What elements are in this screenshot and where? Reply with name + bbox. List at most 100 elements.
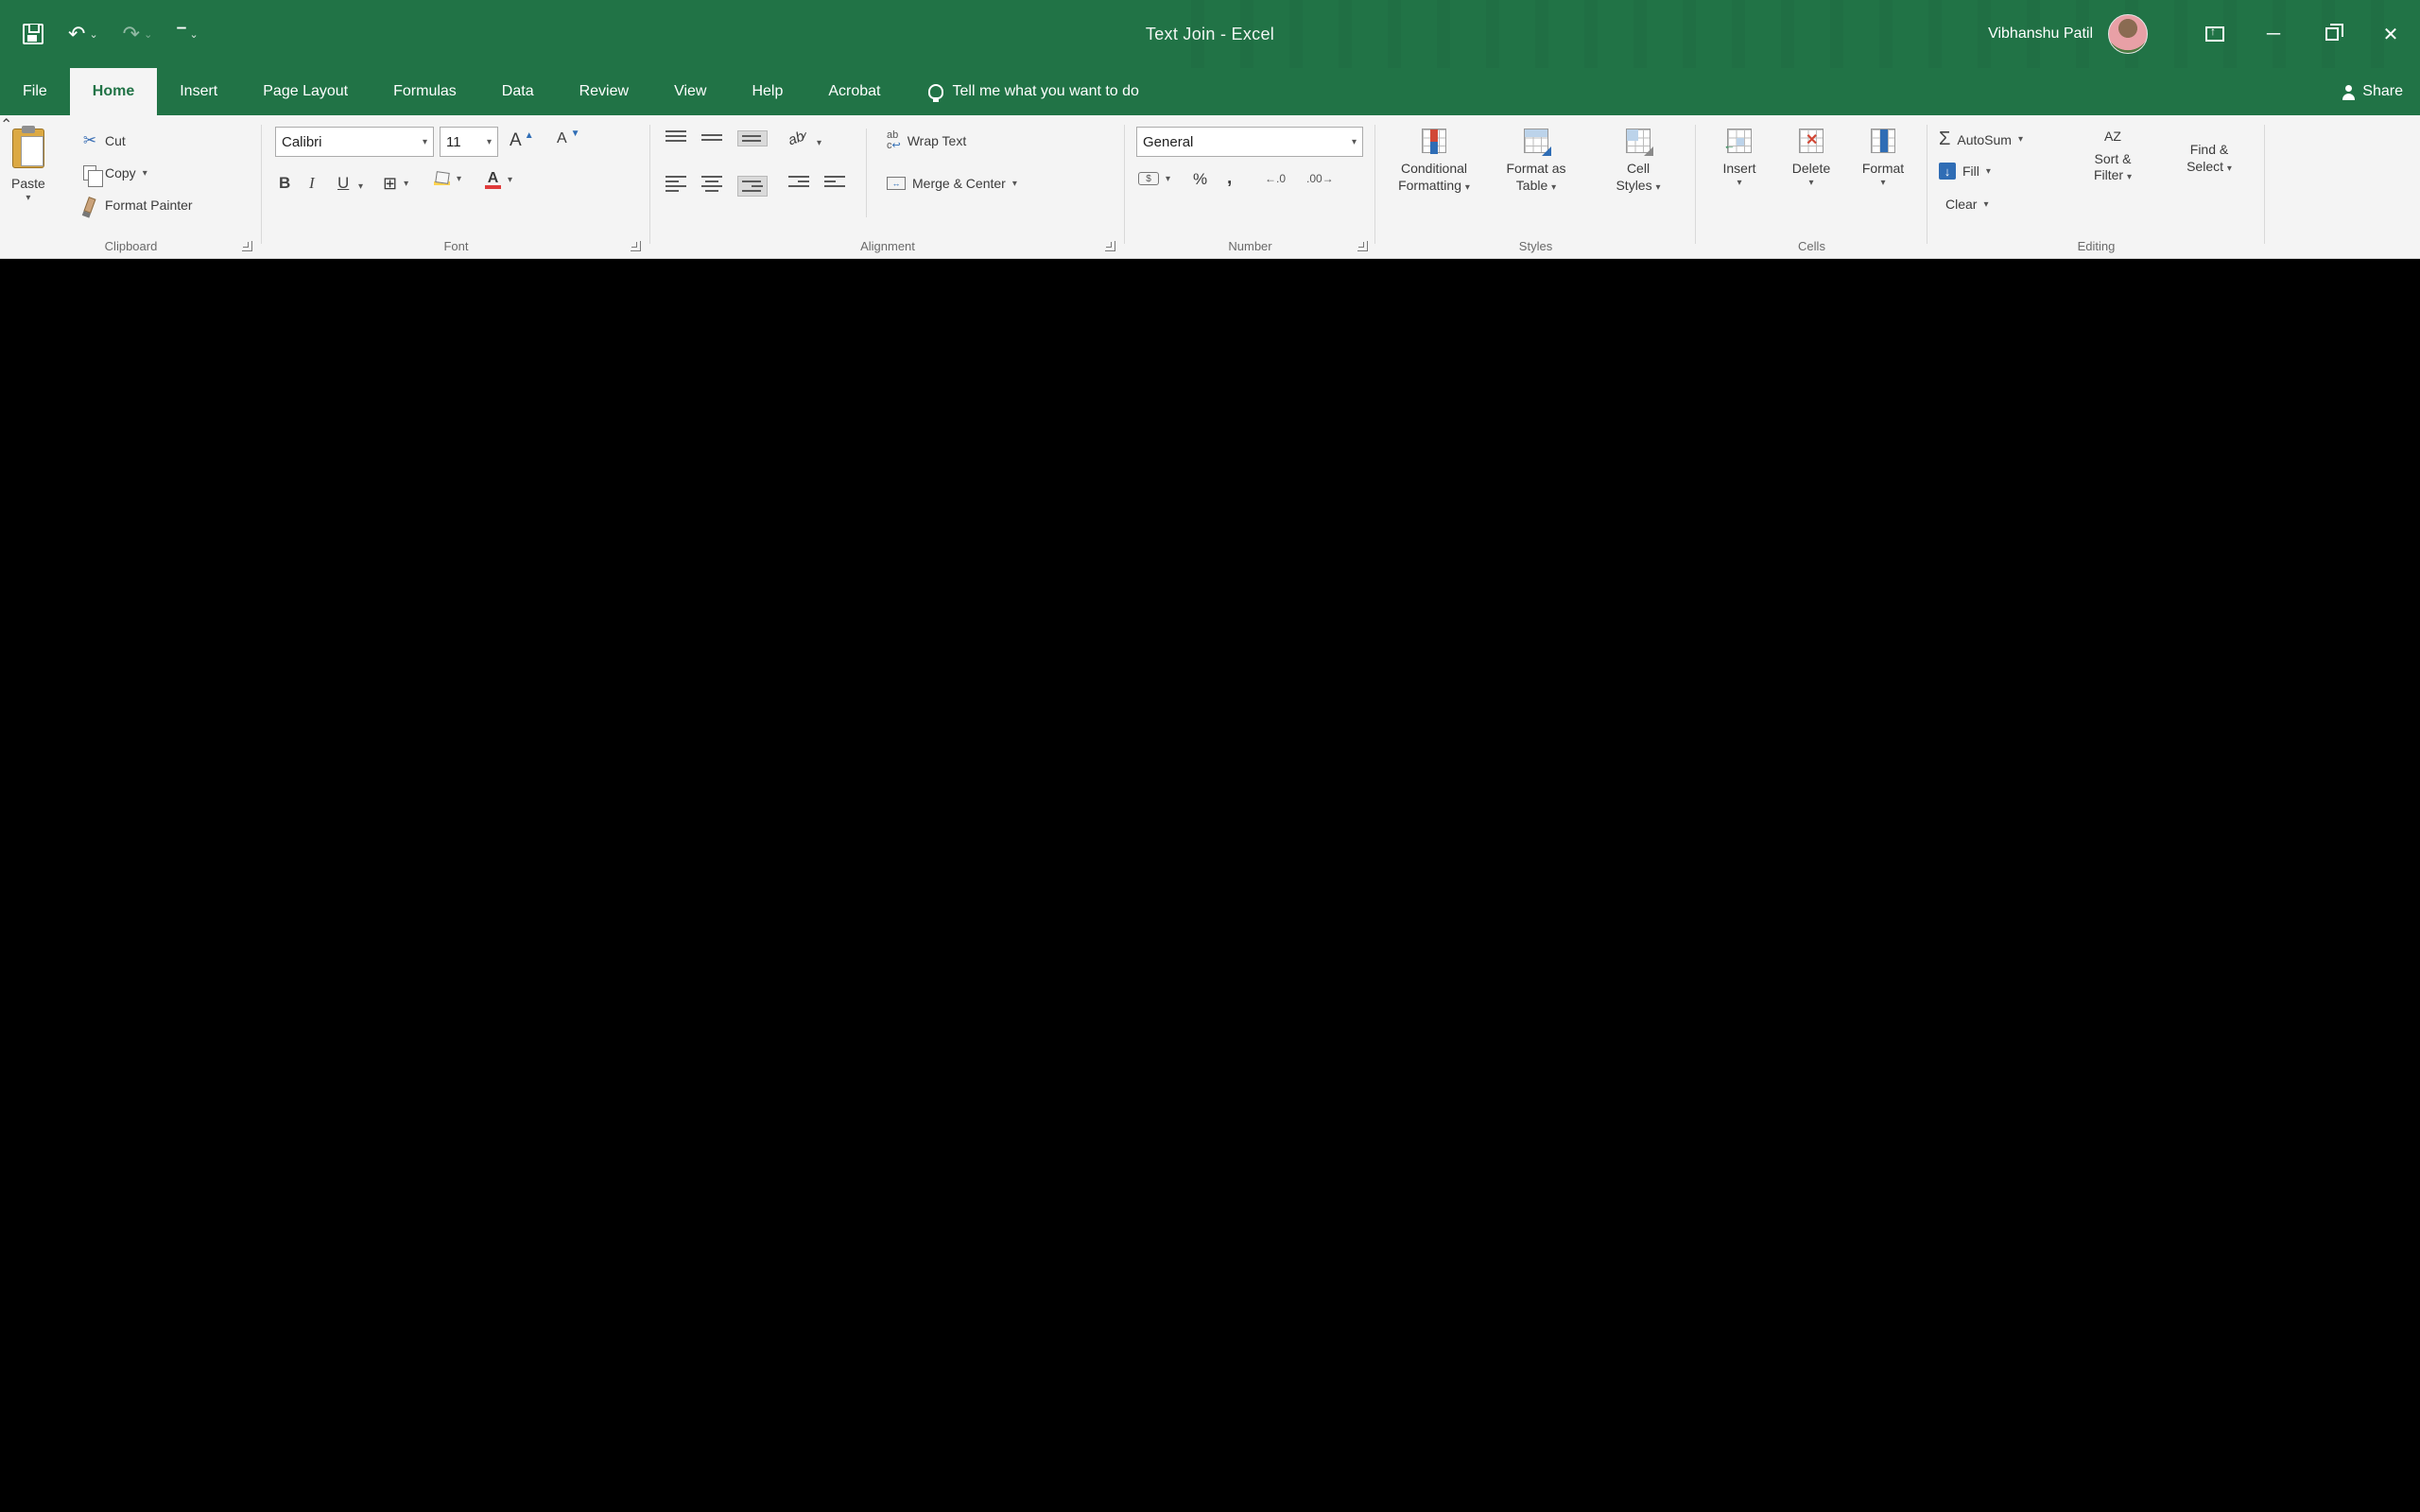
percent-style-button[interactable]: % [1193,170,1207,189]
sort-filter-button[interactable]: AZ Sort & Filter ▾ [2067,129,2158,184]
increase-indent-button[interactable] [824,176,845,187]
row-header-4[interactable]: 4 [0,467,2420,484]
clipboard-dialog-launcher-icon[interactable] [242,241,252,251]
ribbon-display-options-button[interactable] [2186,0,2244,68]
font-name-select[interactable]: Calibri▾ [275,127,434,157]
tab-page-layout[interactable]: Page Layout [240,68,371,115]
cell-D10[interactable]: Senior Assistant [0,1453,205,1470]
filter-button-G[interactable]: ▼ [35,280,50,296]
tab-insert[interactable]: Insert [157,68,240,115]
italic-button[interactable]: I [309,174,315,193]
clear-button[interactable]: Clear ▾ [1939,197,1989,212]
delete-cells-button[interactable]: ✕ Delete▾ [1777,129,1845,189]
row-header-9[interactable]: 9 [0,1232,2420,1249]
accounting-format-button[interactable]: $▾ [1138,172,1170,185]
account-name[interactable]: Vibhanshu Patil [1988,26,2093,43]
borders-button[interactable]: ⊞ ▾ [383,174,408,194]
share-button[interactable]: Share [2342,68,2403,115]
row-header-7[interactable]: 7 [0,926,2420,943]
decrease-indent-button[interactable] [788,176,809,187]
cell-A3[interactable]: AJ1015 [0,331,78,348]
cell-B8[interactable]: Luxmi Devi [0,1113,246,1130]
tab-home[interactable]: Home [70,68,157,115]
cell-D5[interactable]: Store Keeper [0,688,205,705]
cell-G3[interactable]: Haryana [0,433,224,450]
cell-D9[interactable]: Store Keeper [0,1300,205,1317]
cell-E9[interactable]: Purchase Department [0,1317,164,1334]
cell-F10[interactable]: DIL-11 [0,1487,160,1504]
tab-acrobat[interactable]: Acrobat [805,68,903,115]
cell-G7[interactable]: Haryana [0,1045,224,1062]
cut-button[interactable]: ✂Cut [81,132,126,149]
cell-B10[interactable]: Ram Avatar Lalji [0,1419,246,1436]
row-header-6[interactable]: 6 [0,773,2420,790]
cell-D3[interactable]: Store Keeper [0,382,205,399]
align-center-button[interactable] [701,176,722,192]
autosum-button[interactable]: ΣAutoSum ▾ [1939,129,2023,150]
cell-A7[interactable]: AJ1060 [0,943,78,960]
tab-file[interactable]: File [0,68,70,115]
cell-I8[interactable]: AJ1074, Luxmi Devi, Sombir, Accountant, … [0,1215,904,1232]
filter-button-F[interactable]: ▼ [58,263,73,279]
cell-E5[interactable]: Purchase Department [0,705,164,722]
cell-G9[interactable]: Haryana [0,1351,224,1368]
font-size-select[interactable]: 11▾ [440,127,498,157]
cell-F3[interactable]: DIL-27 [0,416,160,433]
fill-button[interactable]: ↓Fill ▾ [1939,163,1991,180]
cell-E8[interactable]: Head Office [0,1164,164,1181]
cell-F7[interactable]: DIL-23 [0,1028,160,1045]
cell-E7[interactable]: Consumer Division [0,1011,164,1028]
copy-button[interactable]: Copy ▾ [81,164,147,181]
cell-I7[interactable]: AJ1060, Mehru Nisha, Alamgir, Senior Ass… [0,1062,904,1079]
cell-C8[interactable]: Sombir [0,1130,220,1147]
cell-B4[interactable]: Avinash Kumar [0,501,246,518]
format-cells-button[interactable]: Format▾ [1849,129,1917,189]
cell-A9[interactable]: AJ1095 [0,1249,78,1266]
row-header-3[interactable]: 3 [0,314,2420,331]
restore-button[interactable] [2303,0,2361,68]
cell-I3[interactable]: AJ1015, Jogendra Singh, Amar Singh, Stor… [0,450,904,467]
format-painter-button[interactable]: Format Painter [81,197,193,214]
increase-decimal-button[interactable]: ←.0 [1265,172,1286,185]
row-header-8[interactable]: 8 [0,1079,2420,1096]
cell-A5[interactable]: AJ1030 [0,637,78,654]
cell-C4[interactable]: Vishnu Prasad [0,518,220,535]
cell-G10[interactable]: Faridabad [0,1504,224,1512]
cell-G2[interactable]: State▼ [0,280,224,297]
align-middle-button[interactable] [701,134,722,141]
tab-formulas[interactable]: Formulas [371,68,479,115]
cell-C9[interactable]: Avadh Bihari [0,1283,220,1300]
tab-view[interactable]: View [651,68,729,115]
minimize-button[interactable]: ─ [2244,0,2303,68]
row-header-10[interactable]: 10 [0,1385,2420,1402]
cell-B7[interactable]: Mehru Nisha [0,960,246,977]
alignment-dialog-launcher-icon[interactable] [1105,241,1115,251]
decrease-decimal-button[interactable]: .00→ [1306,172,1334,185]
cell-I6[interactable]: AJ1048, Devendra Manjhi, Sawaliya Manjhi… [0,909,904,926]
cell-G5[interactable]: Ghaziabad [0,739,224,756]
align-bottom-button[interactable] [737,130,768,146]
cell-B6[interactable]: Devendra Manjhi [0,807,246,824]
number-dialog-launcher-icon[interactable] [1357,241,1368,251]
cell-A4[interactable]: AJ1025 [0,484,78,501]
tab-data[interactable]: Data [479,68,557,115]
cell-I9[interactable]: AJ1095, Rahul, Avadh Bihari, Store Keepe… [0,1368,904,1385]
conditional-formatting-button[interactable]: Conditional Formatting ▾ [1385,129,1483,194]
cell-G6[interactable]: Haryana [0,892,224,909]
orientation-dropdown-icon[interactable]: ▾ [817,138,821,148]
align-top-button[interactable] [666,130,686,142]
cell-C10[interactable]: Avatar Lalji [0,1436,220,1453]
paste-button[interactable]: Paste ▾ [11,129,45,204]
cell-F2[interactable]: Location▼ [0,263,160,280]
cell-C6[interactable]: Sawaliya Manjhi [0,824,220,841]
cell-G4[interactable]: Faridabad [0,586,224,603]
cell-F8[interactable]: DIL-30 [0,1181,160,1198]
cell-C7[interactable]: Alamgir [0,977,220,994]
align-right-button[interactable] [737,176,768,197]
cell-A6[interactable]: AJ1048 [0,790,78,807]
cell-F9[interactable]: DIL-20 [0,1334,160,1351]
cell-D4[interactable]: Officer [0,535,205,552]
cell-A10[interactable]: AJ1131 [0,1402,78,1419]
tab-review[interactable]: Review [557,68,651,115]
cell-E4[interactable]: Consumer Division [0,552,164,569]
